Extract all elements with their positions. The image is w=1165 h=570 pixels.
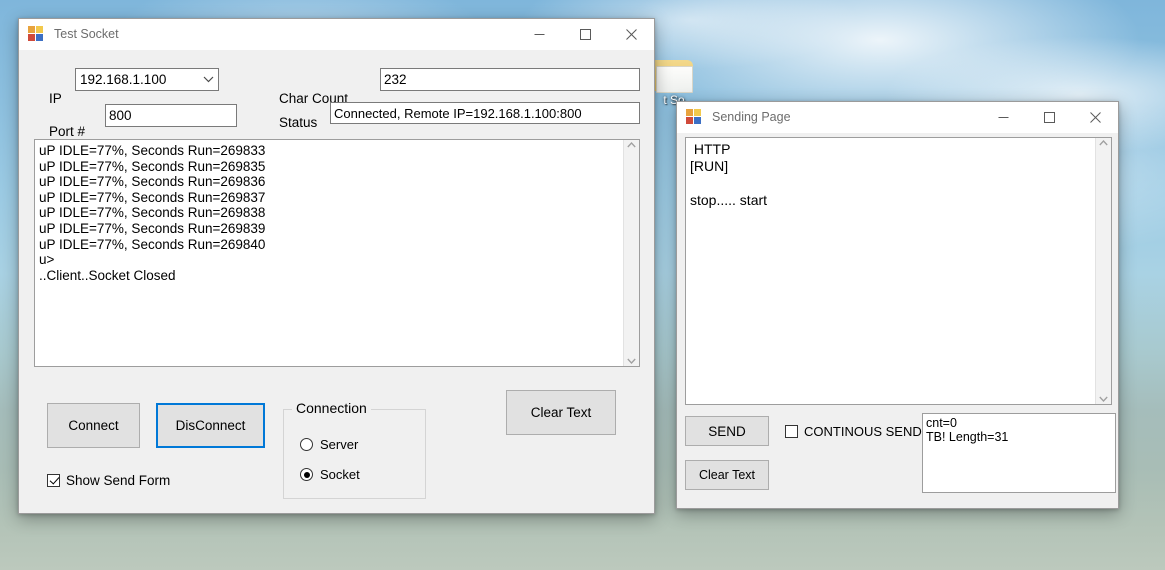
- connect-button[interactable]: Connect: [47, 403, 140, 448]
- port-input[interactable]: 800: [105, 104, 237, 127]
- checkbox-icon: [47, 474, 60, 487]
- log-scrollbar[interactable]: [623, 140, 639, 366]
- send-button[interactable]: SEND: [685, 416, 769, 446]
- test-socket-titlebar[interactable]: Test Socket: [19, 19, 654, 50]
- message-textarea[interactable]: HTTP [RUN] stop..... start: [685, 137, 1112, 405]
- status-label: Status: [279, 115, 317, 130]
- minimize-icon[interactable]: [516, 19, 562, 49]
- port-value: 800: [109, 108, 132, 123]
- status-input[interactable]: Connected, Remote IP=192.168.1.100:800: [330, 102, 640, 124]
- radio-icon: [300, 438, 313, 451]
- radio-icon: [300, 468, 313, 481]
- ip-label: IP: [49, 91, 62, 106]
- sending-page-window: Sending Page HTTP [RUN] stop..... start: [676, 101, 1119, 509]
- window-controls: [980, 102, 1118, 132]
- test-socket-window: Test Socket IP 192.168.1.100 Port #: [18, 18, 655, 514]
- show-send-form-checkbox[interactable]: Show Send Form: [47, 473, 170, 488]
- window-title: Test Socket: [54, 27, 119, 41]
- connect-button-label: Connect: [68, 418, 118, 433]
- send-status-box[interactable]: cnt=0 TB! Length=31: [922, 413, 1116, 493]
- checkbox-icon: [785, 425, 798, 438]
- scroll-down-icon[interactable]: [627, 358, 636, 364]
- connection-group-title: Connection: [292, 400, 371, 416]
- disconnect-button-label: DisConnect: [176, 418, 246, 433]
- log-text: uP IDLE=77%, Seconds Run=269833 uP IDLE=…: [35, 140, 623, 366]
- window-controls: [516, 19, 654, 49]
- radio-server-label: Server: [320, 437, 358, 452]
- sending-page-titlebar[interactable]: Sending Page: [677, 102, 1118, 133]
- desktop: t So Test Socket IP: [0, 0, 1165, 570]
- continuous-send-checkbox[interactable]: CONTINOUS SEND: [785, 424, 922, 439]
- disconnect-button[interactable]: DisConnect: [156, 403, 265, 448]
- clear-text-button[interactable]: Clear Text: [506, 390, 616, 435]
- send-status-text: cnt=0 TB! Length=31: [923, 414, 1115, 492]
- continuous-send-label: CONTINOUS SEND: [804, 424, 922, 439]
- send-clear-text-label: Clear Text: [699, 468, 755, 482]
- show-send-form-label: Show Send Form: [66, 473, 170, 488]
- message-text: HTTP [RUN] stop..... start: [686, 138, 1095, 404]
- radio-server[interactable]: Server: [300, 437, 358, 452]
- scroll-up-icon[interactable]: [627, 142, 636, 148]
- connection-groupbox: Connection Server Socket: [283, 409, 426, 499]
- ip-combobox[interactable]: 192.168.1.100: [75, 68, 219, 91]
- char-count-input[interactable]: 232: [380, 68, 640, 91]
- app-icon: [686, 109, 702, 125]
- window-title: Sending Page: [712, 110, 791, 124]
- ip-value: 192.168.1.100: [80, 72, 166, 87]
- clear-text-button-label: Clear Text: [531, 405, 592, 420]
- message-scrollbar[interactable]: [1095, 138, 1111, 404]
- close-icon[interactable]: [608, 19, 654, 49]
- scroll-down-icon[interactable]: [1099, 396, 1108, 402]
- maximize-icon[interactable]: [562, 19, 608, 49]
- log-textarea[interactable]: uP IDLE=77%, Seconds Run=269833 uP IDLE=…: [34, 139, 640, 367]
- folder-icon: [653, 58, 695, 92]
- status-value: Connected, Remote IP=192.168.1.100:800: [334, 106, 582, 121]
- char-count-value: 232: [384, 72, 407, 87]
- minimize-icon[interactable]: [980, 102, 1026, 132]
- radio-socket[interactable]: Socket: [300, 467, 360, 482]
- port-label: Port #: [49, 124, 85, 139]
- maximize-icon[interactable]: [1026, 102, 1072, 132]
- radio-socket-label: Socket: [320, 467, 360, 482]
- send-button-label: SEND: [708, 424, 746, 439]
- send-clear-text-button[interactable]: Clear Text: [685, 460, 769, 490]
- app-icon: [28, 26, 44, 42]
- close-icon[interactable]: [1072, 102, 1118, 132]
- scroll-up-icon[interactable]: [1099, 140, 1108, 146]
- chevron-down-icon: [203, 69, 214, 90]
